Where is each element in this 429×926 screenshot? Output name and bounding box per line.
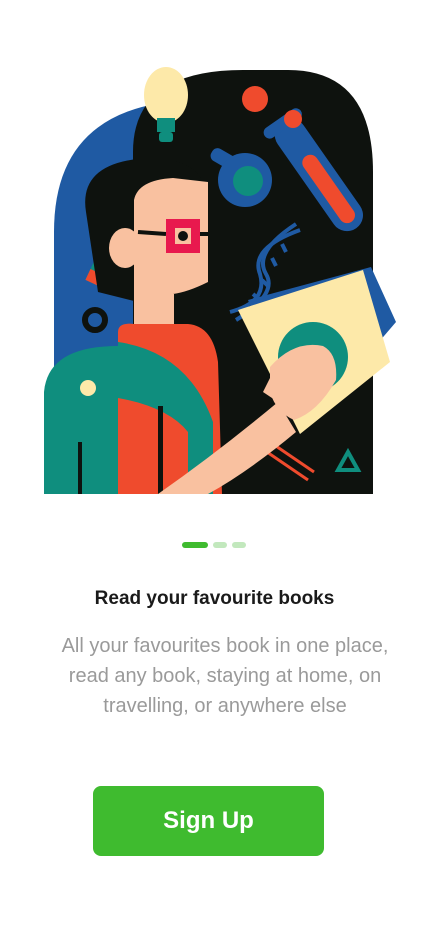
page-title: Read your favourite books — [94, 588, 335, 609]
sign-up-button[interactable]: Sign Up — [93, 786, 324, 856]
page-indicator — [182, 542, 246, 548]
page-indicator-dot-active — [182, 542, 208, 548]
page-description: All your favourites book in one place, r… — [61, 635, 389, 717]
hero-illustration — [38, 62, 400, 494]
page-indicator-dot — [213, 542, 227, 548]
page-indicator-dot — [232, 542, 246, 548]
